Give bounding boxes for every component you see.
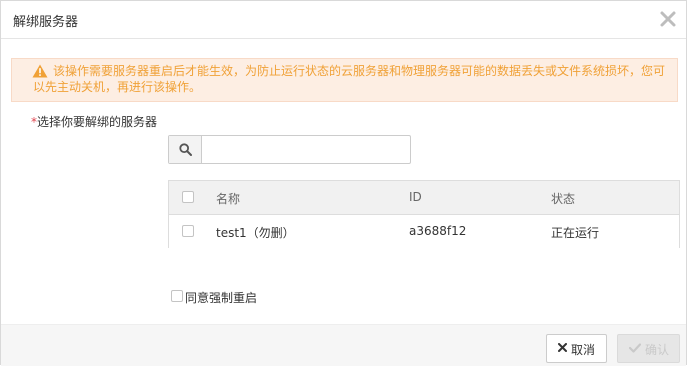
force-reboot-checkbox[interactable]: [171, 290, 183, 302]
warning-banner: 该操作需要服务器重启后才能生效，为防止运行状态的云服务器和物理服务器可能的数据丢…: [11, 58, 678, 102]
row-checkbox[interactable]: [182, 225, 194, 237]
server-table: 名称 ID 状态 test1（勿删） a3688f12 正在运行: [168, 180, 680, 248]
cancel-button[interactable]: 取消: [546, 334, 607, 363]
column-header-status: 状态: [551, 192, 576, 206]
force-reboot-label: 同意强制重启: [185, 291, 258, 305]
confirm-button[interactable]: 确认: [617, 334, 680, 363]
select-all-checkbox[interactable]: [182, 191, 194, 203]
table-row[interactable]: test1（勿删） a3688f12 正在运行: [169, 215, 679, 248]
close-icon[interactable]: [659, 10, 677, 28]
column-header-name: 名称: [216, 192, 241, 206]
server-name: test1（勿删）: [216, 226, 295, 240]
server-status: 正在运行: [551, 226, 600, 240]
close-icon: [558, 343, 567, 352]
dialog-header: 解绑服务器: [1, 1, 686, 39]
server-search: [168, 135, 411, 164]
server-id: a3688f12: [409, 224, 467, 238]
search-button[interactable]: [169, 136, 202, 163]
warning-icon: [32, 64, 48, 78]
column-header-id: ID: [409, 190, 422, 204]
select-server-text: 选择你要解绑的服务器: [37, 115, 158, 129]
table-header: 名称 ID 状态: [169, 181, 679, 215]
dialog-title: 解绑服务器: [13, 15, 79, 30]
warning-text: 该操作需要服务器重启后才能生效，为防止运行状态的云服务器和物理服务器可能的数据丢…: [33, 64, 666, 94]
check-icon: [629, 343, 641, 353]
unbind-server-dialog: 解绑服务器 该操作需要服务器重启后才能生效，为防止运行状态的云服务器和物理服务器…: [0, 0, 687, 366]
confirm-label: 确认: [645, 343, 670, 357]
dialog-footer: 取消 确认: [1, 324, 686, 366]
select-server-label: *选择你要解绑的服务器: [31, 113, 157, 130]
search-icon: [179, 143, 192, 156]
search-input[interactable]: [203, 136, 409, 163]
cancel-label: 取消: [571, 343, 596, 357]
